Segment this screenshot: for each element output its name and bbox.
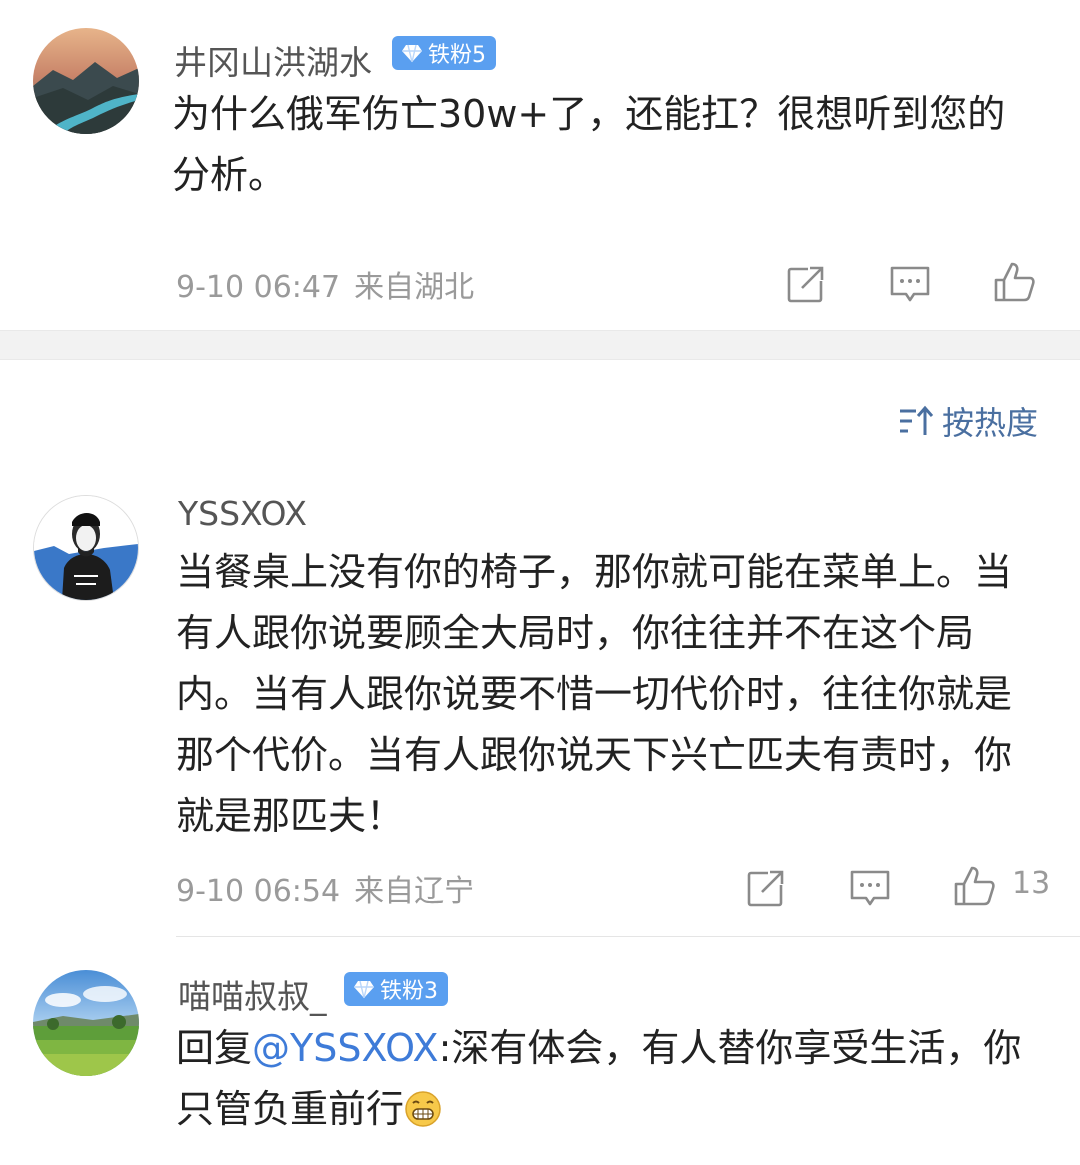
post-time: 9-10 06:47 <box>176 270 341 305</box>
diamond-icon <box>402 44 422 63</box>
share-icon[interactable] <box>744 866 788 910</box>
comment-meta: 9-10 06:54 来自辽宁 <box>176 866 474 910</box>
comment-text: 当餐桌上没有你的椅子，那你就可能在菜单上。当有人跟你说要顾全大局时，你往往并不在… <box>176 550 1013 838</box>
grin-emoji <box>404 1085 442 1127</box>
comment-time: 9-10 06:54 <box>176 874 341 909</box>
badge-label: 铁粉5 <box>428 43 486 68</box>
post-text: 为什么俄军伤亡30w+了，还能扛？很想听到您的分析。 <box>172 92 1006 197</box>
comment-username[interactable]: YSSXOX <box>178 494 307 533</box>
comment-icon[interactable] <box>848 866 892 910</box>
sort-label: 按热度 <box>941 404 1038 442</box>
section-divider <box>0 330 1080 360</box>
comment-separator <box>176 936 1080 937</box>
fan-badge[interactable]: 铁粉3 <box>344 972 448 1006</box>
sort-icon <box>899 405 934 435</box>
like-icon[interactable] <box>992 260 1036 304</box>
sort-toggle[interactable]: 按热度 <box>898 398 1038 444</box>
reply-username[interactable]: 喵喵叔叔_ <box>178 970 327 1018</box>
post-location: 来自湖北 <box>354 270 475 305</box>
avatar[interactable] <box>33 495 139 601</box>
comment-location: 来自辽宁 <box>354 874 475 909</box>
like-icon[interactable] <box>952 864 996 908</box>
post-username[interactable]: 井冈山洪湖水 <box>174 36 372 84</box>
like-count: 13 <box>1012 866 1051 901</box>
diamond-icon <box>354 980 374 999</box>
fan-badge[interactable]: 铁粉5 <box>392 36 496 70</box>
mention-link[interactable]: @YSSXOX <box>252 1026 439 1070</box>
avatar[interactable] <box>33 28 139 134</box>
avatar[interactable] <box>33 970 139 1076</box>
post-meta: 9-10 06:47 来自湖北 <box>176 262 474 306</box>
comment-icon[interactable] <box>888 262 932 306</box>
share-icon[interactable] <box>784 262 828 306</box>
reply-prefix: 回复 <box>176 1026 253 1070</box>
badge-label: 铁粉3 <box>380 979 438 1004</box>
reply-text: 回复@YSSXOX:深有体会，有人替你享受生活，你只管负重前行 <box>176 1018 1042 1140</box>
